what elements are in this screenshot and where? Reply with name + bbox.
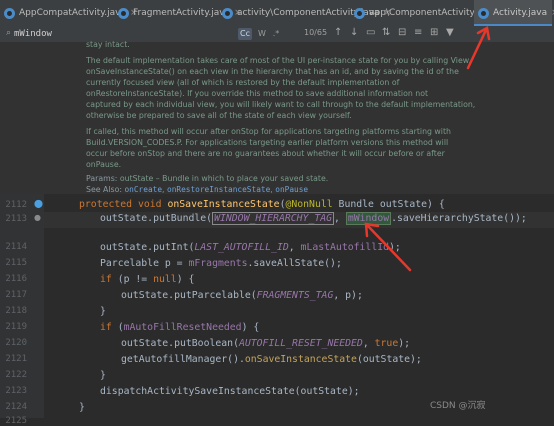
arrow-to-mwindow: [364, 222, 412, 272]
annotation-arrows: [364, 26, 491, 272]
watermark: CSDN @沉寂: [430, 401, 486, 411]
arrow-to-activity-tab: [466, 26, 491, 70]
